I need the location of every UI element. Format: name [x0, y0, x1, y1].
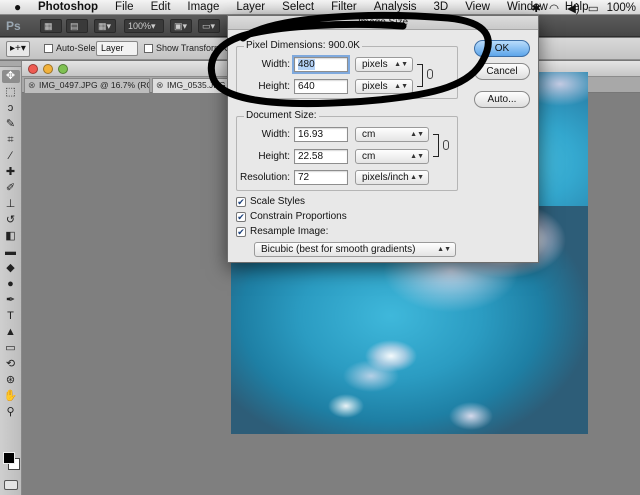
path-selection-tool-icon[interactable]: ▲: [2, 326, 20, 339]
doc-width-input[interactable]: 16.93: [294, 127, 348, 142]
auto-select-target-dropdown[interactable]: Layer: [96, 41, 138, 56]
menu-app-photoshop[interactable]: Photoshop: [38, 0, 98, 15]
tools-panel-grip[interactable]: [0, 61, 21, 67]
shape-tool-icon[interactable]: ▭: [2, 342, 20, 355]
hand-drawn-circle-annotation: [207, 11, 492, 108]
marquee-tool-icon[interactable]: ⬚: [2, 86, 20, 99]
eyedropper-tool-icon[interactable]: ∕: [2, 150, 20, 163]
battery-icon[interactable]: ▭: [588, 1, 599, 15]
mini-bridge-button[interactable]: ▤: [66, 19, 88, 33]
doc-height-unit-dropdown[interactable]: cm ▲▼: [355, 149, 429, 164]
doc-width-label: Width:: [261, 129, 290, 140]
tab-img-0497[interactable]: ⊗ IMG_0497.JPG @ 16.7% (RGB/8): [24, 78, 150, 93]
quick-select-tool-icon[interactable]: ✎: [2, 118, 20, 131]
battery-percent: 100%: [606, 1, 636, 14]
resolution-input[interactable]: 72: [294, 170, 348, 185]
chevron-updown-icon: ▲▼: [410, 131, 424, 138]
photoshop-logo-icon: Ps: [6, 19, 21, 33]
scale-styles-label: Scale Styles: [250, 196, 306, 207]
dodge-tool-icon[interactable]: ●: [2, 278, 20, 291]
close-window-icon[interactable]: [28, 64, 38, 74]
menubar-status: ✱ ◠ ◀) ▭ 100%: [523, 0, 636, 15]
bridge-button[interactable]: ▦: [40, 19, 62, 33]
doc-height-input[interactable]: 22.58: [294, 149, 348, 164]
history-brush-tool-icon[interactable]: ↺: [2, 214, 20, 227]
crop-tool-icon[interactable]: ⌗: [2, 134, 20, 147]
hand-tool-icon[interactable]: ✋: [2, 390, 20, 403]
constrain-proportions-checkbox[interactable]: ✔: [236, 212, 246, 222]
auto-select-checkbox[interactable]: [44, 44, 53, 53]
type-tool-icon[interactable]: T: [2, 310, 20, 323]
tool-preset-picker[interactable]: ▸+▾: [6, 41, 30, 57]
move-tool-icon[interactable]: ✥: [1, 70, 20, 83]
quick-mask-icon[interactable]: [4, 480, 18, 490]
apple-menu-icon[interactable]: ●: [14, 0, 28, 15]
pen-tool-icon[interactable]: ✒: [2, 294, 20, 307]
resample-image-checkbox[interactable]: ✔: [236, 227, 246, 237]
blur-tool-icon[interactable]: ◆: [2, 262, 20, 275]
healing-brush-tool-icon[interactable]: ✚: [2, 166, 20, 179]
arrange-documents-dropdown[interactable]: ▣▾: [170, 19, 192, 33]
scale-styles-checkbox[interactable]: ✔: [236, 197, 246, 207]
resolution-label: Resolution:: [239, 172, 290, 183]
menu-edit[interactable]: Edit: [151, 0, 171, 15]
chain-link-icon: [443, 140, 449, 150]
bluetooth-icon[interactable]: ✱: [531, 1, 541, 15]
lasso-tool-icon[interactable]: ↄ: [2, 102, 20, 115]
brush-tool-icon[interactable]: ✐: [2, 182, 20, 195]
menu-file[interactable]: File: [115, 0, 134, 15]
clone-stamp-tool-icon[interactable]: ⊥: [2, 198, 20, 211]
zoom-window-icon[interactable]: [58, 64, 68, 74]
zoom-tool-icon[interactable]: ⚲: [2, 406, 20, 419]
tools-panel: ✥ ⬚ ↄ ✎ ⌗ ∕ ✚ ✐ ⊥ ↺ ◧ ▬ ◆ ● ✒ T ▲ ▭ ⟲ ⊛ …: [0, 61, 22, 495]
extras-dropdown[interactable]: ▦▾: [94, 19, 116, 33]
eraser-tool-icon[interactable]: ◧: [2, 230, 20, 243]
doc-constrain-bracket: [433, 134, 439, 157]
doc-width-unit-dropdown[interactable]: cm ▲▼: [355, 127, 429, 142]
3d-rotate-tool-icon[interactable]: ⟲: [2, 358, 20, 371]
resample-method-dropdown[interactable]: Bicubic (best for smooth gradients) ▲▼: [254, 242, 456, 257]
doc-height-label: Height:: [258, 151, 290, 162]
wifi-icon[interactable]: ◠: [549, 1, 559, 15]
close-tab-icon[interactable]: ⊗: [156, 79, 164, 92]
3d-orbit-tool-icon[interactable]: ⊛: [2, 374, 20, 387]
constrain-proportions-label: Constrain Proportions: [250, 211, 347, 222]
foreground-color-swatch[interactable]: [3, 452, 15, 464]
volume-icon[interactable]: ◀): [567, 1, 580, 15]
chevron-updown-icon: ▲▼: [410, 174, 424, 181]
minimize-window-icon[interactable]: [43, 64, 53, 74]
zoom-level-dropdown[interactable]: 100%▾: [124, 19, 164, 33]
show-transform-controls-checkbox[interactable]: [144, 44, 153, 53]
chevron-updown-icon: ▲▼: [437, 246, 451, 253]
chevron-updown-icon: ▲▼: [410, 153, 424, 160]
gradient-tool-icon[interactable]: ▬: [2, 246, 20, 259]
resample-image-label: Resample Image:: [250, 226, 329, 237]
resolution-unit-dropdown[interactable]: pixels/inch ▲▼: [355, 170, 429, 185]
close-tab-icon[interactable]: ⊗: [28, 79, 36, 92]
